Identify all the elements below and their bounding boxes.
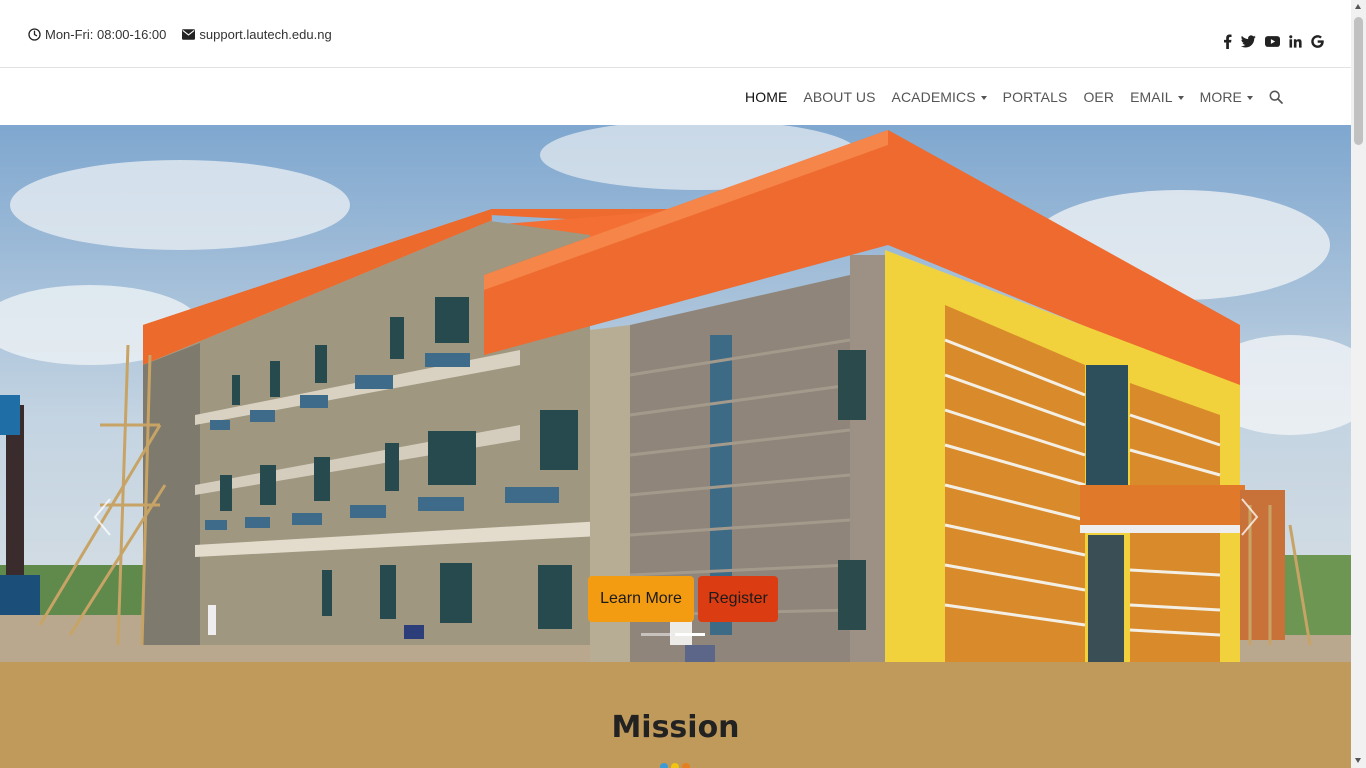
nav-home-label: HOME — [745, 89, 788, 105]
main-navbar: HOME ABOUT US ACADEMICS PORTALS OER EMAI… — [0, 69, 1351, 125]
chevron-right-icon — [1241, 498, 1259, 536]
nav-email[interactable]: EMAIL — [1130, 89, 1184, 105]
page: Mon-Fri: 08:00-16:00 support.lautech.edu… — [0, 0, 1351, 768]
nav-menu: HOME ABOUT US ACADEMICS PORTALS OER EMAI… — [745, 89, 1283, 105]
social-links — [1223, 33, 1324, 49]
nav-more-label: MORE — [1199, 89, 1242, 105]
linkedin-icon[interactable] — [1289, 33, 1302, 49]
carousel-indicators — [641, 633, 705, 636]
hero-actions: Learn More Register — [588, 576, 778, 622]
nav-about-us-label: ABOUT US — [803, 89, 876, 105]
hero-carousel: Learn More Register — [0, 125, 1351, 662]
decoration-dot — [671, 763, 679, 768]
nav-more[interactable]: MORE — [1200, 89, 1253, 105]
decoration-dot — [682, 763, 690, 768]
nav-about-us[interactable]: ABOUT US — [803, 89, 875, 105]
mission-heading: Mission — [611, 710, 740, 745]
scrollbar-thumb[interactable] — [1354, 17, 1363, 145]
nav-oer-label: OER — [1083, 89, 1115, 105]
decoration-dot — [660, 763, 668, 768]
chevron-down-icon — [980, 95, 987, 100]
nav-portals-label: PORTALS — [1002, 89, 1068, 105]
nav-email-label: EMAIL — [1130, 89, 1173, 105]
twitter-icon[interactable] — [1241, 33, 1256, 49]
clock-icon — [28, 28, 41, 41]
chevron-down-icon — [1247, 95, 1253, 100]
google-icon[interactable] — [1311, 33, 1324, 49]
mission-section: Mission — [0, 662, 1351, 768]
carousel-prev-button[interactable] — [92, 497, 112, 537]
page-scrollbar[interactable] — [1351, 0, 1366, 768]
chevron-down-icon — [1177, 95, 1184, 100]
top-bar: Mon-Fri: 08:00-16:00 support.lautech.edu… — [0, 0, 1351, 68]
nav-home[interactable]: HOME — [745, 89, 787, 105]
heading-decoration — [660, 763, 690, 768]
nav-academics-label: ACADEMICS — [891, 89, 976, 105]
nav-portals[interactable]: PORTALS — [1003, 89, 1068, 105]
scroll-up-icon[interactable] — [1355, 4, 1361, 9]
chevron-left-icon — [93, 498, 111, 536]
facebook-icon[interactable] — [1223, 33, 1232, 49]
office-hours: Mon-Fri: 08:00-16:00 — [28, 27, 166, 42]
register-button[interactable]: Register — [698, 576, 778, 622]
search-icon — [1269, 90, 1283, 104]
carousel-indicator-2[interactable] — [675, 633, 705, 636]
youtube-icon[interactable] — [1265, 33, 1280, 49]
office-hours-text: Mon-Fri: 08:00-16:00 — [45, 27, 167, 42]
contact-info: Mon-Fri: 08:00-16:00 support.lautech.edu… — [28, 27, 332, 42]
learn-more-button[interactable]: Learn More — [588, 576, 694, 622]
scroll-down-icon[interactable] — [1355, 758, 1361, 763]
support-email[interactable]: support.lautech.edu.ng — [182, 27, 332, 42]
nav-academics[interactable]: ACADEMICS — [892, 89, 987, 105]
envelope-icon — [182, 29, 196, 40]
nav-oer[interactable]: OER — [1083, 89, 1114, 105]
search-button[interactable] — [1269, 90, 1283, 104]
support-email-text: support.lautech.edu.ng — [199, 27, 332, 42]
carousel-indicator-1[interactable] — [641, 633, 671, 636]
carousel-next-button[interactable] — [1240, 497, 1260, 537]
